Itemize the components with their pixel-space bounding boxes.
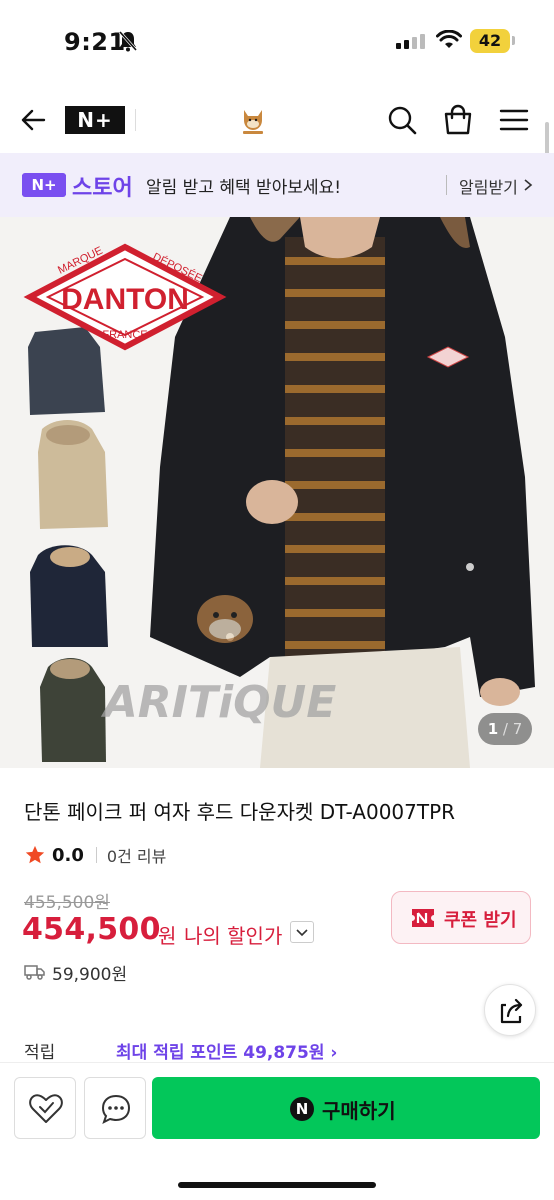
truck-icon: [24, 965, 45, 980]
rating-row[interactable]: 0.0 0건 리뷰: [24, 843, 166, 867]
product-photo: MARQUE DÉPOSÉE DANTON FRANCE ARITiQUE: [0, 217, 554, 768]
share-icon: [500, 998, 523, 1024]
naver-pay-icon: N: [290, 1097, 314, 1121]
nav-divider: [135, 109, 136, 131]
banner-divider: [446, 175, 447, 195]
points-label: 적립: [24, 1043, 56, 1063]
review-count[interactable]: 0건 리뷰: [107, 843, 166, 867]
image-counter-total: / 7: [502, 720, 523, 738]
my-discount-label[interactable]: 나의 할인가: [184, 920, 282, 949]
naver-plus-logo[interactable]: N+: [65, 106, 125, 134]
subscribe-alert-link[interactable]: 알림받기: [459, 174, 518, 198]
store-notification-banner[interactable]: N+ 스토어 알림 받고 혜택 받아보세요! 알림받기: [0, 153, 554, 217]
signal-icon: [396, 33, 425, 49]
watermark-text: ARITiQUE: [101, 677, 337, 728]
battery-indicator: 42: [470, 29, 510, 53]
naver-plus-badge: N+: [22, 173, 66, 197]
chevron-down-icon: [296, 929, 308, 937]
rating-divider: [95, 847, 97, 863]
max-points-link[interactable]: 최대 적립 포인트 49,875원 ›: [116, 1038, 337, 1063]
product-title: 단톤 페이크 퍼 여자 후드 다운자켓 DT-A0007TPR: [24, 800, 456, 824]
status-bar: 9:21 42: [0, 0, 554, 84]
bag-icon[interactable]: [440, 102, 476, 138]
coupon-icon: [412, 909, 434, 927]
shipping-row: 59,900원: [24, 960, 128, 985]
coupon-label: 쿠폰 받기: [444, 910, 517, 931]
product-image[interactable]: MARQUE DÉPOSÉE DANTON FRANCE ARITiQUE: [0, 217, 554, 768]
shop-logo-icon[interactable]: [238, 104, 268, 136]
chevron-right-icon: [524, 179, 533, 191]
danton-logo-france: FRANCE: [102, 329, 147, 341]
shipping-fee: 59,900원: [52, 964, 128, 985]
search-icon[interactable]: [384, 102, 420, 138]
rating-score: 0.0: [52, 844, 84, 866]
battery-cap: [512, 36, 515, 45]
bell-slash-icon: [118, 31, 138, 52]
wishlist-icon: [29, 1094, 63, 1123]
wishlist-button[interactable]: [14, 1077, 76, 1139]
danton-logo-name: DANTON: [61, 283, 189, 316]
discount-detail-toggle[interactable]: [290, 921, 314, 943]
price-unit: 원: [158, 924, 177, 948]
chat-icon: [101, 1094, 131, 1124]
back-arrow-icon[interactable]: [18, 104, 50, 136]
top-nav: N+: [0, 90, 554, 150]
sale-price: 454,500: [22, 912, 161, 947]
wifi-icon: [436, 30, 462, 48]
image-counter: 1 / 7: [478, 713, 532, 745]
chat-button[interactable]: [84, 1077, 146, 1139]
banner-message: 알림 받고 혜택 받아보세요!: [146, 178, 342, 198]
menu-icon[interactable]: [496, 102, 532, 138]
status-time: 9:21: [64, 28, 126, 56]
home-indicator[interactable]: [178, 1182, 376, 1188]
store-name: 스토어: [72, 176, 133, 201]
star-icon: [25, 845, 45, 864]
original-price: 455,500원: [24, 893, 110, 913]
naver-plus-badge-label: N+: [22, 175, 66, 195]
bottom-action-bar: N 구매하기: [0, 1062, 554, 1200]
image-counter-current: 1: [487, 720, 499, 738]
share-button[interactable]: [484, 984, 536, 1036]
product-page: 9:21 42 N+ N+ 스토어 알림 받고 혜택 받아보세요! 알림받기 M…: [0, 0, 554, 1200]
max-points-value: 최대 적립 포인트 49,875원: [116, 1043, 325, 1063]
coupon-button[interactable]: 쿠폰 받기: [391, 891, 531, 944]
buy-label: 구매하기: [322, 1099, 396, 1123]
buy-button[interactable]: N 구매하기: [152, 1077, 540, 1139]
